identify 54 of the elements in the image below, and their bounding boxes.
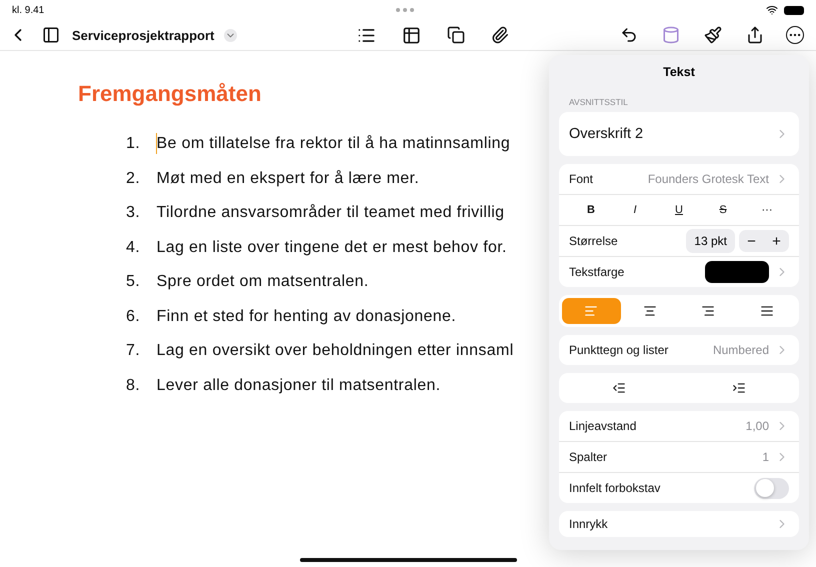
format-button[interactable]: I (613, 203, 657, 217)
indent-decrease-icon (612, 381, 626, 395)
align-left-icon (584, 304, 598, 318)
bullets-label: Punkttegn og lister (569, 343, 670, 357)
align-justify-icon (760, 304, 774, 318)
list-number: 4. (126, 238, 142, 258)
bullets-value: Numbered (712, 343, 769, 357)
list-number: 8. (126, 376, 142, 396)
format-button[interactable]: U (657, 203, 701, 217)
paintbrush-icon[interactable] (702, 24, 724, 46)
list-item-text: Spre ordet om matsentralen. (156, 272, 369, 292)
list-number: 7. (126, 341, 142, 361)
list-item-text: Finn et sted for henting av donasjonene. (156, 306, 456, 326)
size-label: Størrelse (569, 234, 619, 248)
list-item-text: Lever alle donasjoner til matsentralen. (156, 376, 441, 396)
section-label: AVSNITTSSTIL (568, 97, 629, 109)
font-label: Font (569, 172, 594, 186)
shapes-icon[interactable] (445, 24, 468, 46)
increase-button[interactable]: + (764, 230, 789, 252)
document-heading: Fremgangsmåten (78, 81, 262, 107)
text-color-label: Tekstfarge (569, 265, 626, 279)
list-number: 5. (126, 272, 142, 292)
multitasking-dots-icon[interactable] (396, 8, 414, 12)
font-value: Founders Grotesk Text (648, 172, 769, 186)
color-swatch[interactable] (705, 261, 769, 283)
align-center-icon (642, 304, 657, 318)
line-spacing-label: Linjeavstand (569, 419, 638, 433)
columns-label: Spalter (569, 450, 608, 464)
decrease-button[interactable]: − (739, 230, 764, 252)
title-menu-button[interactable] (224, 28, 238, 42)
columns-value: 1 (762, 450, 769, 464)
drop-cap-switch[interactable] (754, 478, 789, 498)
battery-icon (784, 6, 804, 14)
more-icon[interactable] (786, 26, 804, 44)
list-item-text: Lag en oversikt over beholdningen etter innsaml (156, 341, 514, 361)
list-item-text: Be om tillatelse fra rektor til å ha matinnsamling (156, 133, 510, 154)
list-number: 6. (126, 306, 142, 326)
format-button[interactable]: ··· (745, 203, 789, 217)
list-number: 2. (126, 168, 142, 188)
list-item-text: Tilordne ansvarsområder til teamet med frivillig (156, 203, 504, 223)
size-value[interactable]: 13 pkt (686, 229, 735, 253)
drop-cap-label: Innfelt forbokstav (569, 481, 662, 495)
status-time: kl. 9.41 (12, 4, 44, 16)
indent-increase-icon (732, 381, 746, 395)
document-title[interactable]: Serviceprosjektrapport (72, 28, 214, 42)
line-spacing-value: 1,00 (746, 419, 769, 433)
list-item-text: Lag en liste over tingene det er mest behov for. (156, 238, 507, 258)
list-number: 3. (126, 203, 142, 223)
format-button[interactable]: B (569, 203, 613, 217)
list-item-text: Møt med en ekspert for å lære mer. (156, 168, 420, 188)
list-number: 1. (126, 134, 142, 154)
format-button[interactable]: S (701, 203, 745, 217)
align-right-icon (701, 304, 716, 318)
panel-title: Tekst (662, 64, 696, 81)
